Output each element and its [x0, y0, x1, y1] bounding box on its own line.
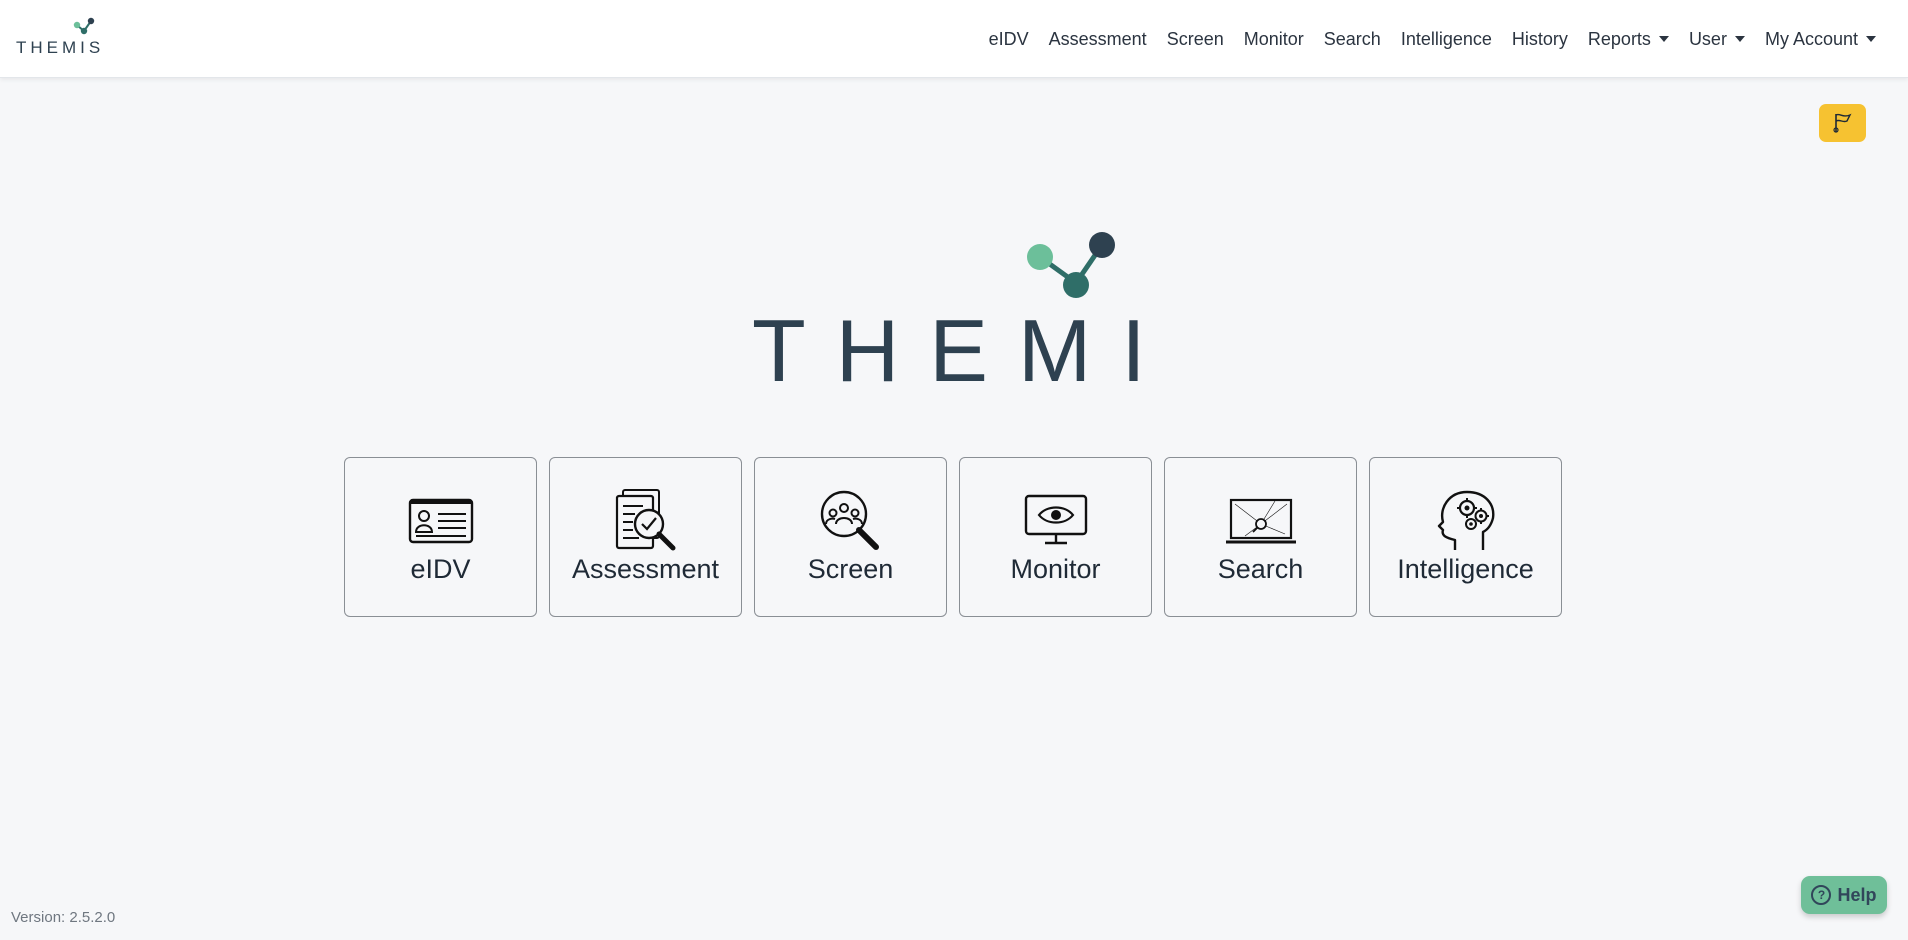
- nav-label: Search: [1323, 28, 1381, 49]
- version-text: Version: 2.5.2.0: [11, 909, 116, 926]
- tile-intelligence[interactable]: Intelligence: [1369, 457, 1562, 617]
- nav-screen[interactable]: Screen: [1157, 0, 1234, 78]
- themis-logo-icon: THEMIS: [752, 232, 1234, 400]
- caret-down-icon: [1866, 36, 1876, 42]
- module-tiles: eIDV Assessment Screen Monitor Search In…: [344, 457, 1562, 617]
- people-magnifier-icon: [811, 486, 891, 556]
- nav-reports-dropdown[interactable]: Reports: [1578, 0, 1679, 78]
- tile-label: Intelligence: [1397, 554, 1534, 584]
- caret-down-icon: [1658, 36, 1669, 42]
- nav-history[interactable]: History: [1502, 0, 1578, 78]
- nav-search[interactable]: Search: [1314, 0, 1391, 78]
- nav-label: User: [1688, 28, 1727, 49]
- caret-down-icon: [1734, 36, 1745, 42]
- tile-label: Monitor: [1010, 554, 1101, 584]
- laptop-search-icon: [1221, 486, 1301, 556]
- nav-user-dropdown[interactable]: User: [1679, 0, 1755, 78]
- brand-logo-link[interactable]: THEMIS: [14, 14, 114, 64]
- flag-icon: [1832, 113, 1851, 133]
- help-button[interactable]: ? Help: [1801, 876, 1887, 914]
- nav-label: My Account: [1764, 28, 1858, 49]
- tile-eidv[interactable]: eIDV: [344, 457, 537, 617]
- help-label: Help: [1837, 884, 1877, 905]
- top-navbar: THEMIS eIDV Assessment Screen Monitor Se…: [0, 0, 1908, 78]
- nav-my-account-dropdown[interactable]: My Account: [1755, 0, 1886, 78]
- nav-label: Monitor: [1243, 28, 1304, 49]
- tile-search[interactable]: Search: [1164, 457, 1357, 617]
- themis-small-logo-icon: THEMIS: [16, 17, 104, 57]
- head-gears-icon: [1426, 486, 1506, 556]
- hero-logo: THEMIS: [740, 225, 1234, 400]
- feedback-flag-button[interactable]: [1819, 104, 1866, 142]
- nav-label: Screen: [1166, 28, 1224, 49]
- nav-intelligence[interactable]: Intelligence: [1391, 0, 1502, 78]
- question-circle-icon: ?: [1811, 885, 1832, 905]
- document-magnifier-check-icon: [606, 486, 686, 556]
- svg-text:THEMIS: THEMIS: [752, 301, 1170, 395]
- nav-monitor[interactable]: Monitor: [1234, 0, 1314, 78]
- nav-eidv[interactable]: eIDV: [979, 0, 1039, 78]
- tile-label: Search: [1217, 554, 1304, 584]
- svg-text:THEMIS: THEMIS: [16, 38, 104, 57]
- nav-label: eIDV: [988, 28, 1029, 49]
- monitor-eye-icon: [1016, 486, 1096, 556]
- nav-label: Assessment: [1048, 28, 1147, 49]
- tile-assessment[interactable]: Assessment: [549, 457, 742, 617]
- main-nav: eIDV Assessment Screen Monitor Search In…: [979, 0, 1886, 78]
- nav-label: History: [1511, 28, 1568, 49]
- tile-label: Assessment: [571, 554, 720, 584]
- tile-label: eIDV: [410, 554, 471, 584]
- id-card-icon: [401, 486, 481, 556]
- nav-label: Reports: [1587, 28, 1651, 49]
- nav-label: Intelligence: [1400, 28, 1492, 49]
- tile-screen[interactable]: Screen: [754, 457, 947, 617]
- tile-monitor[interactable]: Monitor: [959, 457, 1152, 617]
- nav-assessment[interactable]: Assessment: [1039, 0, 1157, 78]
- tile-label: Screen: [807, 554, 894, 584]
